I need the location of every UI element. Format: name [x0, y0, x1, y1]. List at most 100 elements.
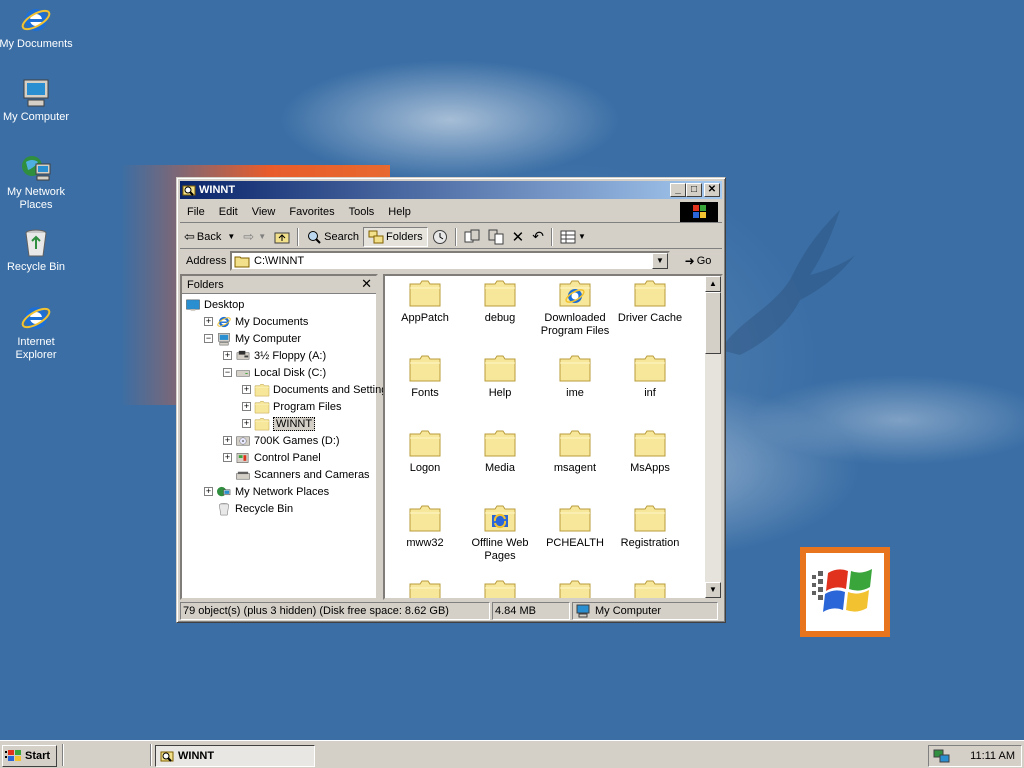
tree-item[interactable]: +700K Games (D:) — [223, 432, 340, 449]
scanner-icon — [236, 471, 250, 479]
file-item[interactable]: ime — [537, 353, 613, 400]
file-item-label: msagent — [553, 462, 597, 474]
menu-tools[interactable]: Tools — [342, 206, 382, 218]
tree-expander-button[interactable]: − — [204, 334, 213, 343]
folder-icon — [409, 580, 441, 598]
tree-item[interactable]: + WINNT — [242, 415, 316, 432]
desktop-icon-recycle-bin[interactable]: Recycle Bin — [0, 227, 74, 274]
folder-open-icon — [254, 417, 270, 430]
file-item[interactable]: mww32 — [387, 503, 463, 550]
tree-item[interactable]: + Program Files — [242, 398, 341, 415]
file-item[interactable]: Fonts — [387, 353, 463, 400]
tree-item[interactable]: + Control Panel — [223, 449, 321, 466]
folders-button[interactable]: Folders — [362, 226, 428, 247]
folder-icon — [409, 280, 441, 307]
file-item[interactable] — [387, 578, 463, 598]
taskbar-separator — [150, 744, 152, 766]
file-item[interactable]: debug — [462, 278, 538, 325]
tree-expander-button[interactable]: + — [242, 402, 251, 411]
close-button[interactable]: ✕ — [704, 183, 720, 197]
file-item[interactable] — [612, 578, 688, 598]
search-button[interactable]: Search — [302, 227, 363, 247]
back-dropdown-icon[interactable]: ▼ — [227, 232, 235, 241]
forward-button[interactable]: ⇨ ▼ — [239, 227, 270, 247]
delete-button[interactable]: ✕ — [508, 227, 529, 247]
tree-expander-button[interactable]: + — [223, 453, 232, 462]
ie-icon — [21, 307, 51, 329]
tree-expander-button[interactable]: + — [242, 419, 251, 428]
file-item[interactable]: Registration — [612, 503, 688, 550]
menu-view[interactable]: View — [245, 206, 283, 218]
undo-button[interactable]: ↶ — [528, 227, 548, 247]
computer-icon — [218, 332, 230, 345]
file-item[interactable]: Media — [462, 428, 538, 475]
tree-item[interactable]: Recycle Bin — [204, 500, 293, 517]
start-button[interactable]: Start — [2, 745, 57, 767]
tree-item[interactable]: Desktop — [185, 296, 244, 313]
scroll-up-button[interactable]: ▲ — [705, 276, 721, 292]
status-zone-label: My Computer — [595, 605, 662, 617]
tree-expander-button[interactable]: + — [242, 385, 251, 394]
tree-expander-button[interactable]: + — [223, 351, 232, 360]
file-item[interactable]: PCHEALTH — [537, 503, 613, 550]
menu-help[interactable]: Help — [381, 206, 418, 218]
tree-item[interactable]: + Documents and Settings — [242, 381, 393, 398]
move-to-button[interactable] — [460, 227, 484, 247]
tree-expander-button[interactable]: + — [204, 317, 213, 326]
tree-item[interactable]: − My Computer — [204, 330, 301, 347]
tree-expander-button[interactable]: + — [223, 436, 232, 445]
file-item[interactable]: inf — [612, 353, 688, 400]
tree-item[interactable]: − Local Disk (C:) — [223, 364, 326, 381]
file-item[interactable] — [462, 578, 538, 598]
maximize-button[interactable]: □ — [686, 183, 702, 197]
desktop-icon-label: My Documents — [0, 38, 73, 50]
desktop-icon-internet-explorer[interactable]: Internet Explorer — [0, 302, 74, 362]
menu-file[interactable]: File — [180, 206, 212, 218]
folder-icon — [409, 355, 441, 382]
scroll-down-button[interactable]: ▼ — [705, 582, 721, 598]
file-item[interactable]: Downloaded Program Files — [537, 278, 613, 338]
file-item[interactable]: MsApps — [612, 428, 688, 475]
tree-item-label: Local Disk (C:) — [254, 366, 327, 379]
folder-icon — [559, 355, 591, 382]
network-connection-icon[interactable] — [933, 748, 951, 764]
history-button[interactable] — [428, 227, 452, 247]
taskbar-button-winnt[interactable]: WINNT — [155, 745, 315, 767]
views-button[interactable]: ▼ — [556, 227, 590, 247]
file-item[interactable] — [537, 578, 613, 598]
back-button[interactable]: ⇦ Back ▼ — [180, 227, 239, 247]
tree-item[interactable]: Scanners and Cameras — [223, 466, 370, 483]
file-item[interactable]: AppPatch — [387, 278, 463, 325]
minimize-button[interactable]: _ — [670, 183, 686, 197]
file-item[interactable]: Logon — [387, 428, 463, 475]
menu-edit[interactable]: Edit — [212, 206, 245, 218]
desktop-icon-my-network-places[interactable]: My Network Places — [0, 152, 74, 212]
explorer-window[interactable]: WINNT _ □ ✕ File Edit View Favorites Too… — [176, 177, 726, 623]
desktop-icon-my-computer[interactable]: My Computer — [0, 77, 74, 124]
scroll-thumb[interactable] — [705, 292, 721, 354]
up-button[interactable] — [270, 227, 294, 247]
tree-expander-button[interactable]: + — [204, 487, 213, 496]
tree-expander-button[interactable]: − — [223, 368, 232, 377]
vertical-scrollbar[interactable]: ▲ ▼ — [705, 276, 721, 598]
menu-favorites[interactable]: Favorites — [282, 206, 341, 218]
tree-item[interactable]: +3½ Floppy (A:) — [223, 347, 326, 364]
clock[interactable]: 11:11 AM — [970, 750, 1015, 762]
go-button[interactable]: ➜ Go — [678, 251, 718, 271]
file-item[interactable]: Offline Web Pages — [462, 503, 538, 563]
views-dropdown-icon: ▼ — [577, 232, 586, 241]
go-arrow-icon: ➜ — [684, 254, 695, 268]
file-item[interactable]: Driver Cache — [612, 278, 688, 325]
address-input[interactable]: C:\WINNT ▼ — [230, 251, 670, 271]
desktop-icon-my-documents[interactable]: My Documents — [0, 4, 74, 51]
copy-to-button[interactable] — [484, 227, 508, 247]
title-bar[interactable]: WINNT _ □ ✕ — [180, 181, 722, 199]
file-item[interactable]: Help — [462, 353, 538, 400]
tree-item[interactable]: + My Network Places — [204, 483, 329, 500]
tree-item[interactable]: + My Documents — [204, 313, 308, 330]
file-item[interactable]: msagent — [537, 428, 613, 475]
network-icon — [22, 156, 51, 181]
forward-dropdown-icon[interactable]: ▼ — [258, 232, 266, 241]
address-dropdown-button[interactable]: ▼ — [652, 253, 668, 269]
folders-pane-close-button[interactable]: ✕ — [361, 276, 372, 292]
